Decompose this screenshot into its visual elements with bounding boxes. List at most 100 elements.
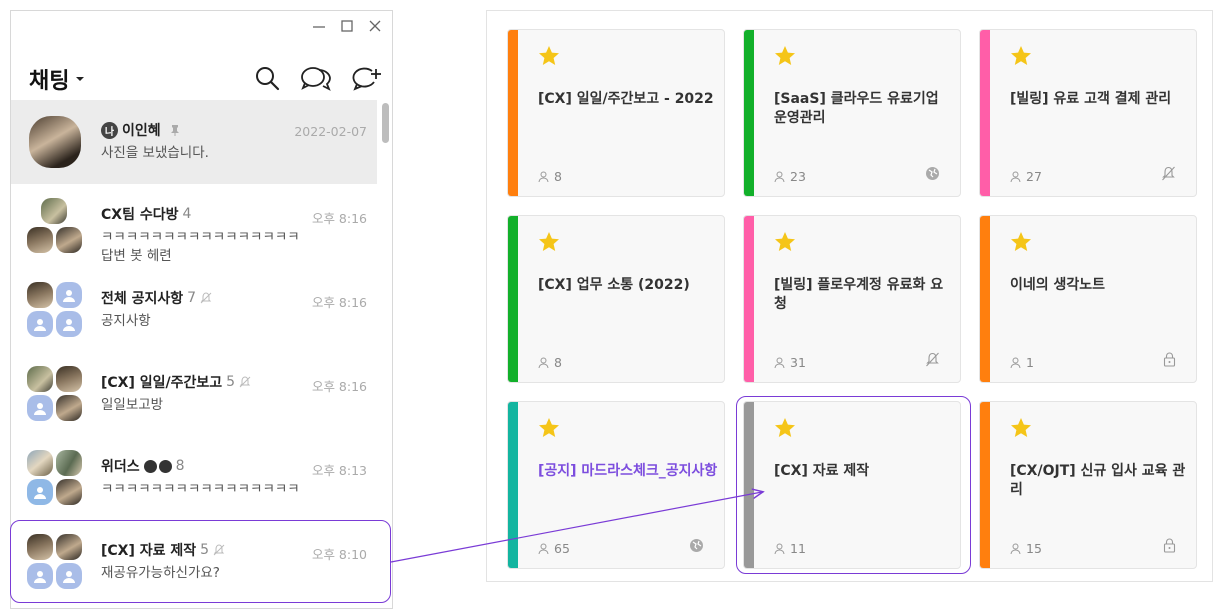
lock-icon [1163, 538, 1176, 553]
member-count-value: 27 [1026, 169, 1042, 184]
card-title: [CX] 자료 제작 [774, 463, 870, 479]
card-title: 이네의 생각노트 [1010, 277, 1106, 293]
member-count-value: 31 [790, 355, 806, 370]
avatar [56, 450, 82, 476]
chat-room-name: CX팀 수다방 [101, 207, 179, 223]
member-count: 8 [538, 355, 562, 370]
star-icon[interactable] [538, 231, 560, 253]
chat-room-list: 나 이인혜 2022-02-07 사진을 보냈습니다. CX팀 수다방 4 오후… [11, 100, 377, 604]
person-icon [1010, 171, 1021, 182]
card-title: [CX] 일일/주간보고 - 2022 [538, 91, 714, 107]
member-count-value: 65 [554, 541, 570, 556]
project-card[interactable]: [CX] 일일/주간보고 - 2022 8 [507, 29, 725, 197]
star-icon[interactable] [538, 45, 560, 67]
pin-icon [170, 125, 179, 136]
scrollbar[interactable] [382, 103, 389, 143]
project-card[interactable]: [CX] 업무 소통 (2022) 8 [507, 215, 725, 383]
avatar [56, 366, 82, 392]
person-icon [774, 543, 785, 554]
default-avatar-icon [56, 563, 82, 589]
avatar [27, 534, 53, 560]
search-icon[interactable] [254, 65, 280, 91]
chat-room-last-message: ㅋㅋㅋㅋㅋㅋㅋㅋㅋㅋㅋㅋㅋㅋㅋㅋ [101, 481, 300, 497]
chat-room-item[interactable]: [CX] 자료 제작 5 오후 8:10 재공유가능하신가요? [11, 520, 377, 604]
star-icon[interactable] [774, 45, 796, 67]
chat-room-time: 오후 8:13 [311, 463, 367, 478]
chat-room-name-row: [CX] 자료 제작 5 [101, 540, 225, 560]
maximize-icon[interactable] [340, 19, 354, 33]
card-color-bar [508, 216, 518, 382]
project-card[interactable]: [SaaS] 클라우드 유료기업 운영관리 23 [743, 29, 961, 197]
star-icon[interactable] [774, 231, 796, 253]
project-card[interactable]: [빌링] 유료 고객 결제 관리 27 [979, 29, 1197, 197]
member-count-value: 1 [1026, 355, 1034, 370]
avatar-group [27, 450, 83, 506]
member-count: 23 [774, 169, 806, 184]
default-avatar-icon [27, 563, 53, 589]
card-color-bar [980, 30, 990, 196]
card-title: [CX] 업무 소통 (2022) [538, 277, 690, 293]
avatar [56, 534, 82, 560]
default-avatar-icon [56, 282, 82, 308]
chat-room-name: 위더스 [101, 459, 140, 475]
new-chat-icon[interactable] [352, 65, 382, 91]
mute-icon [239, 376, 251, 388]
member-count: 27 [1010, 169, 1042, 184]
project-card[interactable]: [CX] 자료 제작 11 [743, 401, 961, 569]
lock-icon [1163, 352, 1176, 367]
emoji-icon [158, 459, 172, 473]
avatar [27, 227, 53, 253]
default-avatar-icon [27, 311, 53, 337]
card-title: [빌링] 플로우계정 유료화 요청 [774, 277, 944, 312]
avatar [56, 227, 82, 253]
star-icon[interactable] [774, 417, 796, 439]
chat-room-item[interactable]: 전체 공지사항 7 오후 8:16 공지사항 [11, 268, 377, 352]
default-avatar-icon [27, 479, 53, 505]
chat-room-last-message: 사진을 보냈습니다. [101, 145, 209, 161]
chat-room-item[interactable]: CX팀 수다방 4 오후 8:16 ㅋㅋㅋㅋㅋㅋㅋㅋㅋㅋㅋㅋㅋㅋㅋㅋ 답변 봇 … [11, 184, 377, 268]
star-icon[interactable] [538, 417, 560, 439]
default-avatar-icon [56, 311, 82, 337]
member-count: 5 [226, 374, 236, 390]
card-color-bar [744, 216, 754, 382]
project-card[interactable]: [CX/OJT] 신규 입사 교육 관리 15 [979, 401, 1197, 569]
chat-room-item[interactable]: [CX] 일일/주간보고 5 오후 8:16 일일보고방 [11, 352, 377, 436]
star-icon[interactable] [1010, 45, 1032, 67]
minimize-icon[interactable] [312, 19, 326, 33]
open-chat-icon[interactable] [300, 65, 332, 91]
avatar-group [27, 534, 83, 590]
project-card[interactable]: [빌링] 플로우계정 유료화 요청 31 [743, 215, 961, 383]
mute-icon [200, 292, 212, 304]
chat-room-item[interactable]: 나 이인혜 2022-02-07 사진을 보냈습니다. [11, 100, 377, 184]
avatar [56, 395, 82, 421]
project-card[interactable]: 이네의 생각노트 1 [979, 215, 1197, 383]
member-count: 8 [175, 458, 185, 474]
globe-icon [690, 539, 703, 552]
project-card[interactable]: [공지] 마드라스체크_공지사항 65 [507, 401, 725, 569]
chat-room-time: 오후 8:10 [311, 547, 367, 562]
card-color-bar [980, 402, 990, 568]
chat-room-time: 오후 8:16 [311, 295, 367, 310]
star-icon[interactable] [1010, 417, 1032, 439]
caret-down-icon [76, 77, 85, 81]
member-count: 7 [187, 290, 197, 306]
chat-room-last-message: 공지사항 [101, 313, 151, 329]
chat-room-name-row: 위더스 8 [101, 456, 185, 476]
star-icon[interactable] [1010, 231, 1032, 253]
chat-room-last-message: 일일보고방 [101, 397, 164, 413]
chat-room-name-row: [CX] 일일/주간보고 5 [101, 372, 251, 392]
member-count: 4 [182, 206, 192, 222]
chat-title-dropdown[interactable]: 채팅 [29, 63, 85, 95]
card-title: [CX/OJT] 신규 입사 교육 관리 [1010, 463, 1186, 498]
member-count: 11 [774, 541, 806, 556]
page-title: 채팅 [29, 69, 70, 94]
avatar-group [27, 282, 83, 338]
bell-off-icon [1162, 166, 1175, 181]
member-count: 15 [1010, 541, 1042, 556]
chat-room-name-row: 나 이인혜 [101, 120, 181, 140]
chat-room-name: 이인혜 [122, 123, 161, 139]
member-count-value: 8 [554, 169, 562, 184]
avatar-group [27, 366, 83, 422]
close-icon[interactable] [368, 19, 382, 33]
chat-room-item[interactable]: 위더스 8 오후 8:13 ㅋㅋㅋㅋㅋㅋㅋㅋㅋㅋㅋㅋㅋㅋㅋㅋ [11, 436, 377, 520]
